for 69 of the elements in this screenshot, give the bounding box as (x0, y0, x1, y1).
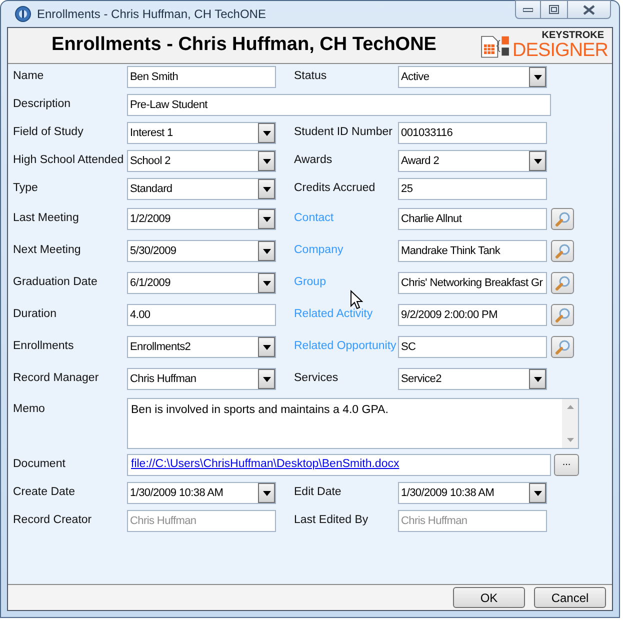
browse-button[interactable]: ... (554, 454, 579, 476)
field-label: Create Date (13, 485, 76, 500)
scrollbar[interactable] (562, 399, 578, 448)
logo-text: DESIGNER (512, 41, 608, 60)
dropdown[interactable]: 1/30/2009 10:38 AM (398, 482, 547, 504)
dropdown[interactable]: Chris Huffman (127, 368, 276, 390)
scroll-up-icon[interactable] (566, 405, 574, 409)
app-icon (15, 6, 31, 22)
search-button[interactable] (551, 240, 574, 262)
field-label: Last Edited By (294, 513, 370, 528)
text-field[interactable]: 9/2/2009 2:00:00 PM (398, 304, 547, 326)
text-field[interactable]: Ben Smith (127, 66, 276, 88)
field-label: Name (13, 69, 45, 84)
dropdown[interactable]: Standard (127, 178, 276, 200)
minimize-button[interactable] (515, 0, 541, 19)
dropdown[interactable]: School 2 (127, 150, 276, 172)
text-field[interactable]: 25 (398, 178, 547, 200)
search-button[interactable] (551, 304, 574, 326)
field-label: Field of Study (13, 125, 84, 140)
field-label: Document (13, 457, 66, 472)
dropdown[interactable]: Interest 1 (127, 122, 276, 144)
field-label: Graduation Date (13, 275, 98, 290)
maximize-button[interactable] (541, 0, 567, 19)
logo-text: KEYSTROKE (542, 31, 604, 41)
dropdown[interactable]: 1/30/2009 10:38 AM (127, 482, 276, 504)
field-label: Edit Date (294, 485, 342, 500)
field-label: Memo (13, 402, 46, 417)
dialog-button[interactable]: OK (453, 587, 525, 608)
form-title: Enrollments - Chris Huffman, CH TechONE (52, 33, 436, 58)
window-title: Enrollments - Chris Huffman, CH TechONE (37, 6, 266, 23)
close-icon (583, 4, 595, 14)
dropdown[interactable]: 1/2/2009 (127, 208, 276, 230)
dropdown[interactable]: Active (398, 66, 547, 88)
close-button[interactable] (567, 0, 611, 19)
field-label: Type (13, 181, 39, 196)
dropdown[interactable]: 6/1/2009 (127, 272, 276, 294)
maximize-icon (549, 5, 559, 14)
search-button[interactable] (551, 336, 574, 358)
minimize-icon (523, 8, 533, 12)
dropdown[interactable]: 5/30/2009 (127, 240, 276, 262)
text-field[interactable]: SC (398, 336, 547, 358)
text-field[interactable]: 4.00 (127, 304, 276, 326)
field-label: Record Creator (13, 513, 93, 528)
field-label: Services (294, 371, 340, 386)
dialog-button[interactable]: Cancel (534, 587, 606, 608)
search-button[interactable] (551, 208, 574, 230)
field-label: Awards (294, 153, 334, 168)
field-label: Enrollments (13, 339, 75, 354)
memo-field[interactable]: Ben is involved in sports and maintains a 4.0 GPA. (127, 398, 579, 449)
field-label: Next Meeting (13, 243, 82, 258)
field-label: Status (294, 69, 328, 84)
field-label: Student ID Number (294, 125, 394, 140)
search-button[interactable] (551, 272, 574, 294)
field-label: Record Manager (13, 371, 100, 386)
text-field[interactable]: Chris' Networking Breakfast Gr (398, 272, 547, 294)
field-label: Duration (13, 307, 58, 322)
cursor-icon (350, 290, 363, 310)
dropdown[interactable]: Award 2 (398, 150, 547, 172)
dropdown[interactable]: Service2 (398, 368, 547, 390)
scroll-down-icon[interactable] (566, 438, 574, 442)
field-label: Credits Accrued (294, 181, 376, 196)
field-label: Last Meeting (13, 211, 80, 226)
text-field[interactable]: Pre-Law Student (127, 94, 551, 116)
field-label: High School Attended (13, 153, 125, 168)
text-field[interactable]: Charlie Allnut (398, 208, 547, 230)
field-label: Description (13, 97, 72, 112)
text-field[interactable]: 001033116 (398, 122, 547, 144)
dropdown[interactable]: Enrollments2 (127, 336, 276, 358)
text-field[interactable]: Mandrake Think Tank (398, 240, 547, 262)
